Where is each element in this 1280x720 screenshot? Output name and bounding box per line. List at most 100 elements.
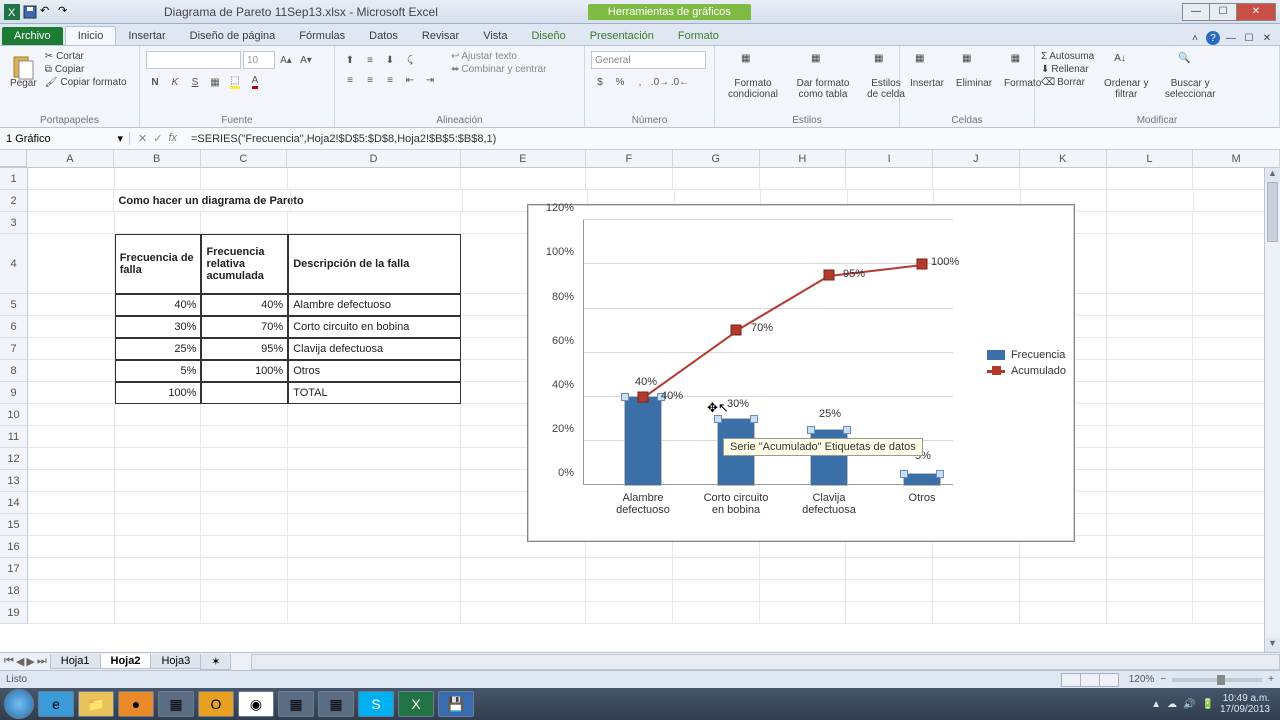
taskbar-app-icon[interactable]: 💾: [438, 691, 474, 717]
cell[interactable]: Corto circuito en bobina: [288, 316, 461, 338]
font-name-combo[interactable]: [146, 51, 241, 69]
sheet-tab[interactable]: Hoja1: [50, 654, 101, 669]
cell[interactable]: [1107, 514, 1194, 536]
cell[interactable]: Descripción de la falla: [288, 234, 461, 294]
cell[interactable]: [115, 168, 202, 190]
chart-bar[interactable]: [625, 397, 661, 485]
col-B[interactable]: B: [114, 150, 201, 167]
cell[interactable]: Otros: [288, 360, 461, 382]
cell[interactable]: [1107, 360, 1194, 382]
row-header[interactable]: 4: [0, 234, 28, 294]
cell[interactable]: [1107, 212, 1194, 234]
cell[interactable]: [28, 360, 115, 382]
minimize-button[interactable]: —: [1182, 3, 1210, 21]
tab-datos[interactable]: Datos: [357, 27, 410, 45]
row-header[interactable]: 5: [0, 294, 28, 316]
cell[interactable]: [201, 580, 288, 602]
fx-icon[interactable]: fx: [168, 132, 177, 145]
comma-icon[interactable]: ,: [631, 73, 649, 91]
undo-icon[interactable]: ↶: [40, 4, 56, 20]
cell[interactable]: [1107, 448, 1194, 470]
chart-data-label[interactable]: 30%: [727, 398, 749, 410]
cell[interactable]: [291, 190, 464, 212]
chart-legend[interactable]: Frecuencia Acumulado: [987, 345, 1066, 381]
cell[interactable]: [201, 558, 288, 580]
cell[interactable]: [204, 190, 290, 212]
cell[interactable]: [1020, 580, 1107, 602]
cell[interactable]: [115, 212, 202, 234]
tab-vista[interactable]: Vista: [471, 27, 519, 45]
fill-button[interactable]: ⬇Rellenar: [1041, 64, 1094, 75]
tray-icon[interactable]: ☁: [1167, 699, 1177, 710]
cell[interactable]: [28, 294, 115, 316]
cell[interactable]: [1107, 294, 1194, 316]
cell[interactable]: [115, 404, 202, 426]
sheet-nav-last-icon[interactable]: ⏭: [37, 655, 47, 668]
tray-clock[interactable]: 10:49 a.m.17/09/2013: [1220, 693, 1270, 715]
cell[interactable]: [201, 602, 288, 624]
cell[interactable]: [846, 580, 933, 602]
cell[interactable]: [288, 558, 461, 580]
cell[interactable]: [28, 212, 115, 234]
cell[interactable]: Frecuencia relativa acumulada: [201, 234, 288, 294]
cell[interactable]: [760, 168, 847, 190]
cell[interactable]: [288, 448, 461, 470]
taskbar-app-icon[interactable]: ▦: [318, 691, 354, 717]
font-color-button[interactable]: A: [246, 73, 264, 91]
cell[interactable]: [28, 316, 115, 338]
cell[interactable]: [288, 404, 461, 426]
sheet-nav-prev-icon[interactable]: ◀: [16, 655, 24, 668]
chart-bar[interactable]: [904, 474, 940, 485]
cell[interactable]: [673, 168, 760, 190]
new-sheet-button[interactable]: ✶: [200, 654, 231, 670]
cell[interactable]: [586, 168, 673, 190]
cell[interactable]: [115, 580, 202, 602]
cell[interactable]: [1107, 536, 1194, 558]
percent-icon[interactable]: %: [611, 73, 629, 91]
row-header[interactable]: 2: [0, 190, 28, 212]
row-header[interactable]: 7: [0, 338, 28, 360]
cell[interactable]: [933, 168, 1020, 190]
chart-object[interactable]: 0% 20% 40% 60% 80% 100% 120%: [527, 204, 1075, 542]
help-icon[interactable]: ?: [1206, 31, 1220, 45]
sheet-nav-next-icon[interactable]: ▶: [26, 655, 34, 668]
taskbar-app-icon[interactable]: ▦: [158, 691, 194, 717]
save-icon[interactable]: [22, 4, 38, 20]
row-header[interactable]: 15: [0, 514, 28, 536]
col-K[interactable]: K: [1020, 150, 1107, 167]
zoom-slider[interactable]: [1172, 678, 1262, 682]
cell[interactable]: [28, 580, 115, 602]
chart-data-label[interactable]: 40%: [661, 390, 683, 402]
taskbar-app-icon[interactable]: ▦: [278, 691, 314, 717]
cell[interactable]: [288, 602, 461, 624]
col-A[interactable]: A: [27, 150, 114, 167]
cond-format-button[interactable]: ▦Formato condicional: [721, 51, 785, 102]
taskbar-chrome-icon[interactable]: ◉: [238, 691, 274, 717]
cancel-formula-icon[interactable]: ✕: [138, 132, 147, 145]
cell[interactable]: Alambre defectuoso: [288, 294, 461, 316]
chart-data-label[interactable]: 70%: [751, 322, 773, 334]
cell[interactable]: [201, 536, 288, 558]
cell[interactable]: [846, 168, 933, 190]
cell[interactable]: [1020, 602, 1107, 624]
cell[interactable]: [28, 190, 114, 212]
col-H[interactable]: H: [760, 150, 847, 167]
cell[interactable]: [288, 492, 461, 514]
cell[interactable]: 100%: [201, 360, 288, 382]
cell[interactable]: 95%: [201, 338, 288, 360]
col-L[interactable]: L: [1107, 150, 1194, 167]
tab-revisar[interactable]: Revisar: [410, 27, 471, 45]
row-header[interactable]: 8: [0, 360, 28, 382]
row-header[interactable]: 13: [0, 470, 28, 492]
name-box[interactable]: 1 Gráfico▾: [0, 132, 130, 145]
select-all-corner[interactable]: [0, 150, 27, 167]
tab-chart-diseno[interactable]: Diseño: [519, 27, 577, 45]
cell[interactable]: [586, 558, 673, 580]
wrap-text-button[interactable]: ↩Ajustar texto: [451, 51, 546, 62]
row-header[interactable]: 19: [0, 602, 28, 624]
horizontal-scrollbar[interactable]: [251, 654, 1280, 670]
delete-cells-button[interactable]: ▦Eliminar: [952, 51, 996, 91]
tray-icon[interactable]: 🔊: [1183, 699, 1195, 710]
cell[interactable]: [760, 602, 847, 624]
cell[interactable]: [846, 602, 933, 624]
